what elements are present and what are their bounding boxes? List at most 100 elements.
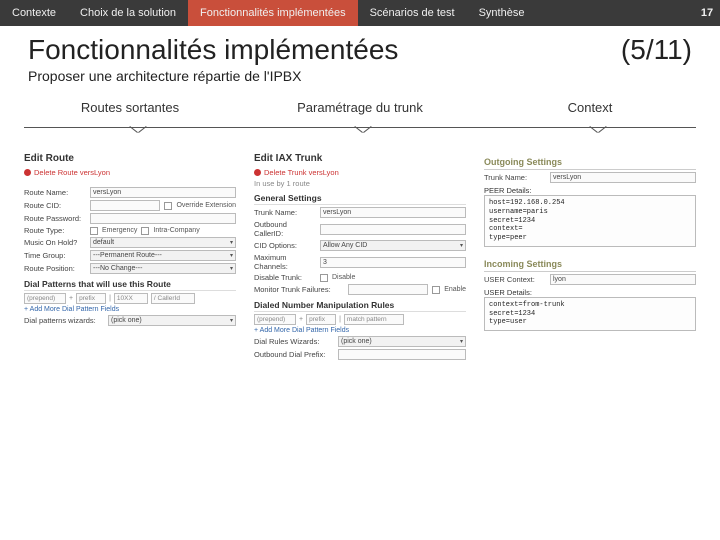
route-cid-input[interactable]: [90, 200, 160, 211]
nav-fonctionnalites[interactable]: Fonctionnalités implémentées: [188, 0, 358, 26]
moh-select[interactable]: default▾: [90, 237, 236, 248]
callerid-input[interactable]: / CallerId: [151, 293, 195, 304]
out-dial-prefix-label: Outbound Dial Prefix:: [254, 350, 334, 359]
emergency-checkbox[interactable]: [90, 227, 98, 235]
cid-options-label: CID Options:: [254, 241, 316, 250]
add-more-patterns-link[interactable]: + Add More Dial Pattern Fields: [24, 306, 236, 313]
user-details-textarea[interactable]: context=from-trunk secret=1234 type=user: [484, 297, 696, 331]
manip-prepend-input[interactable]: (prepend): [254, 314, 296, 325]
out-cid-label: Outbound CallerID:: [254, 220, 316, 238]
route-type-label: Route Type:: [24, 226, 86, 235]
nav-contexte[interactable]: Contexte: [0, 0, 68, 26]
divider: [0, 127, 720, 141]
chevron-down-icon: ▾: [460, 338, 463, 345]
emergency-label: Emergency: [102, 227, 137, 234]
user-context-input[interactable]: lyon: [550, 274, 696, 285]
chevron-down-icon: ▾: [230, 252, 233, 259]
routes-panel: Edit Route Delete Route versLyon Route N…: [24, 153, 236, 326]
wizards-select[interactable]: (pick one)▾: [108, 315, 236, 326]
out-dial-prefix-input[interactable]: [338, 349, 466, 360]
trunk-head: Edit IAX Trunk: [254, 153, 466, 164]
user-context-label: USER Context:: [484, 275, 546, 284]
intra-label: Intra-Company: [153, 227, 199, 234]
moh-label: Music On Hold?: [24, 238, 86, 247]
manip-head: Dialed Number Manipulation Rules: [254, 300, 466, 312]
disable-text: Disable: [332, 274, 355, 281]
nav-choix[interactable]: Choix de la solution: [68, 0, 188, 26]
time-group-select[interactable]: ---Permanent Route---▾: [90, 250, 236, 261]
delete-route-label: Delete Route versLyon: [34, 168, 110, 177]
peer-details-textarea[interactable]: host=192.168.0.254 username=paris secret…: [484, 195, 696, 247]
chevron-down-icon: ▾: [230, 265, 233, 272]
override-checkbox[interactable]: [164, 202, 172, 210]
route-pos-select[interactable]: ---No Change---▾: [90, 263, 236, 274]
manip-pattern-input[interactable]: match pattern: [344, 314, 404, 325]
chevron-down-icon: ▾: [460, 242, 463, 249]
page-subtitle: Proposer une architecture répartie de l'…: [0, 68, 720, 94]
nav-scenarios[interactable]: Scénarios de test: [358, 0, 467, 26]
nav-synthese[interactable]: Synthèse: [467, 0, 537, 26]
column-labels: Routes sortantes Paramétrage du trunk Co…: [0, 94, 720, 127]
delete-trunk-link[interactable]: Delete Trunk versLyon: [254, 168, 466, 177]
monitor-checkbox[interactable]: [432, 286, 440, 294]
delete-trunk-label: Delete Trunk versLyon: [264, 168, 339, 177]
outgoing-settings-head: Outgoing Settings: [484, 155, 696, 170]
delete-icon: [254, 169, 261, 176]
manip-row: (prepend) + prefix | match pattern: [254, 314, 466, 325]
col-label-trunk: Paramétrage du trunk: [297, 100, 423, 127]
pattern-input[interactable]: 10XX: [114, 293, 148, 304]
chevron-down-icon: [590, 126, 606, 136]
override-label: Override Extension: [176, 202, 236, 209]
route-pw-label: Route Password:: [24, 214, 86, 223]
max-channels-label: Maximum Channels:: [254, 253, 316, 271]
delete-icon: [24, 169, 31, 176]
panels-row: Edit Route Delete Route versLyon Route N…: [0, 141, 720, 360]
prefix-input[interactable]: prefix: [76, 293, 106, 304]
monitor-label: Monitor Trunk Failures:: [254, 285, 344, 294]
page-number: 17: [694, 0, 720, 26]
out-trunk-name-input[interactable]: versLyon: [550, 172, 696, 183]
chevron-down-icon: ▾: [230, 239, 233, 246]
route-pos-label: Route Position:: [24, 264, 86, 273]
slide-counter: (5/11): [621, 34, 692, 66]
disable-trunk-checkbox[interactable]: [320, 274, 328, 282]
dial-patterns-head: Dial Patterns that will use this Route: [24, 279, 236, 291]
general-settings-head: General Settings: [254, 193, 466, 205]
wizards-label: Dial patterns wizards:: [24, 316, 104, 325]
chevron-down-icon: [130, 126, 146, 136]
route-pw-input[interactable]: [90, 213, 236, 224]
user-details-label: USER Details:: [484, 288, 696, 297]
incoming-settings-head: Incoming Settings: [484, 257, 696, 272]
max-channels-input[interactable]: 3: [320, 257, 466, 268]
trunk-panel: Edit IAX Trunk Delete Trunk versLyon In …: [254, 153, 466, 360]
col-label-routes: Routes sortantes: [81, 100, 179, 127]
inuse-label: In use by 1 route: [254, 179, 466, 188]
disable-trunk-label: Disable Trunk:: [254, 273, 316, 282]
chevron-down-icon: ▾: [230, 317, 233, 324]
out-trunk-name-label: Trunk Name:: [484, 173, 546, 182]
top-nav: Contexte Choix de la solution Fonctionna…: [0, 0, 720, 26]
monitor-input[interactable]: [348, 284, 428, 295]
delete-route-link[interactable]: Delete Route versLyon: [24, 168, 236, 177]
dial-rules-wiz-label: Dial Rules Wizards:: [254, 337, 334, 346]
col-label-context: Context: [568, 100, 613, 127]
route-name-input[interactable]: versLyon: [90, 187, 236, 198]
time-group-label: Time Group:: [24, 251, 86, 260]
context-panel: Outgoing Settings Trunk Name:versLyon PE…: [484, 153, 696, 331]
route-name-label: Route Name:: [24, 188, 86, 197]
cid-options-select[interactable]: Allow Any CID▾: [320, 240, 466, 251]
routes-head: Edit Route: [24, 153, 236, 164]
chevron-down-icon: [355, 126, 371, 136]
enable-text: Enable: [444, 286, 466, 293]
route-cid-label: Route CID:: [24, 201, 86, 210]
intra-checkbox[interactable]: [141, 227, 149, 235]
add-more-manip-link[interactable]: + Add More Dial Pattern Fields: [254, 327, 466, 334]
manip-prefix-input[interactable]: prefix: [306, 314, 336, 325]
dial-rules-wiz-select[interactable]: (pick one)▾: [338, 336, 466, 347]
out-cid-input[interactable]: [320, 224, 466, 235]
title-block: Fonctionnalités implémentées (5/11): [0, 26, 720, 68]
trunk-name-label: Trunk Name:: [254, 208, 316, 217]
trunk-name-input[interactable]: versLyon: [320, 207, 466, 218]
page-title: Fonctionnalités implémentées: [28, 34, 398, 66]
prepend-input[interactable]: (prepend): [24, 293, 66, 304]
